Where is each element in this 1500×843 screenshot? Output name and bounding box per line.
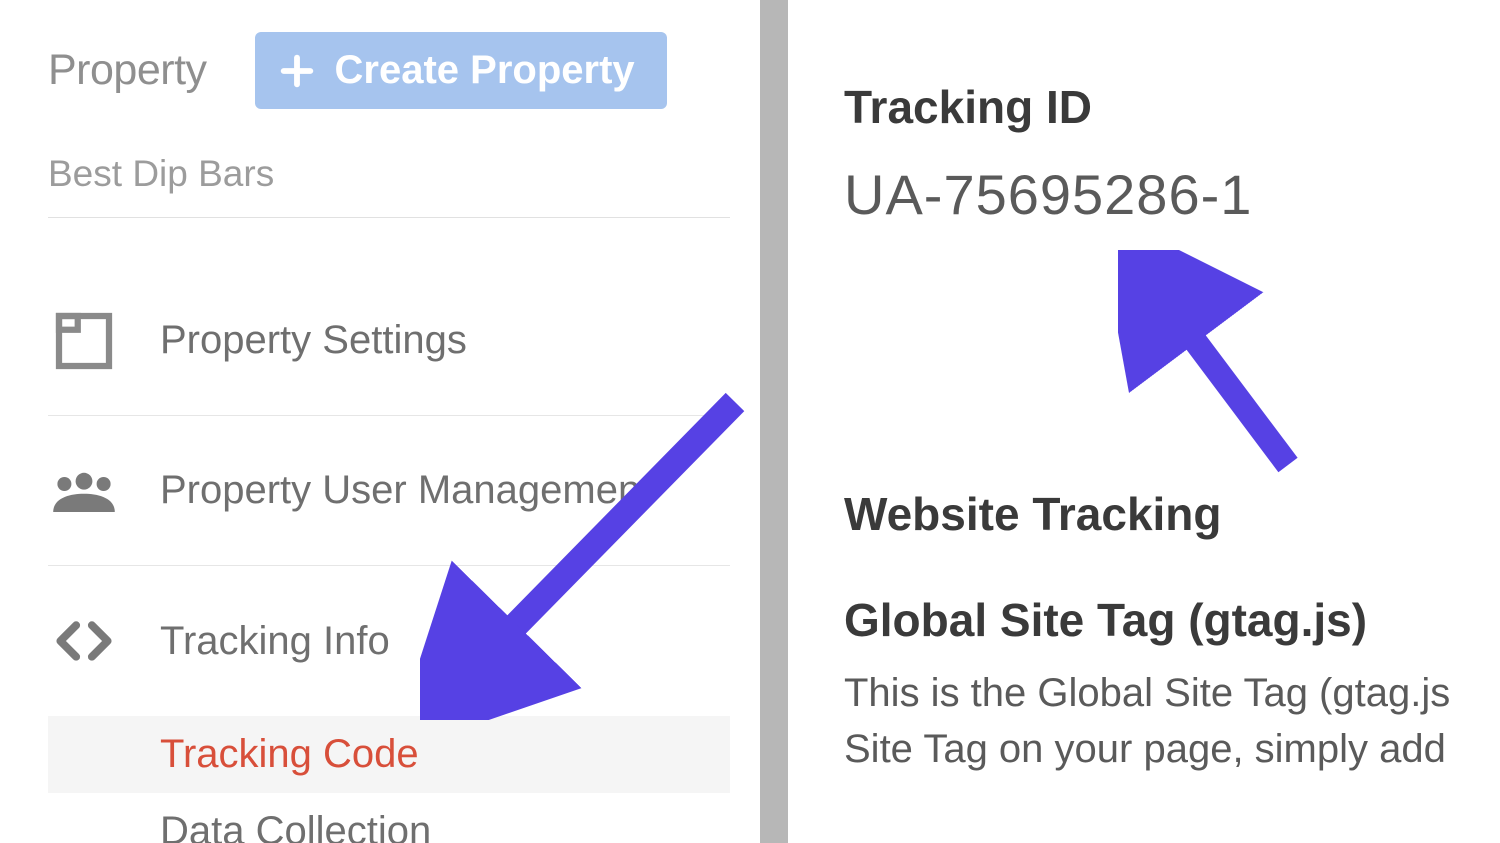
- global-site-tag-description: This is the Global Site Tag (gtag.js Sit…: [844, 665, 1500, 777]
- property-header-row: Property Create Property: [48, 32, 730, 109]
- menu-label: Property User Management: [160, 468, 651, 513]
- property-admin-panel: Property Create Property Best Dip Bars P…: [0, 0, 760, 843]
- tracking-id-value: UA-75695286-1: [844, 162, 1500, 227]
- create-property-button-label: Create Property: [335, 48, 635, 93]
- menu-item-property-user-management[interactable]: Property User Management: [48, 416, 730, 566]
- annotation-arrow-icon: [1118, 250, 1318, 480]
- website-tracking-heading: Website Tracking: [844, 487, 1500, 541]
- current-property-name: Best Dip Bars: [48, 153, 730, 218]
- code-icon: [48, 605, 120, 677]
- subitem-data-collection[interactable]: Data Collection: [48, 793, 730, 843]
- users-icon: [48, 455, 120, 527]
- tracking-info-sublist: Tracking Code Data Collection: [48, 716, 730, 843]
- plus-icon: [277, 51, 317, 91]
- menu-label: Property Settings: [160, 318, 467, 363]
- subitem-tracking-code[interactable]: Tracking Code: [48, 716, 730, 793]
- menu-item-tracking-info[interactable]: Tracking Info: [48, 566, 730, 716]
- tracking-details-panel: Tracking ID UA-75695286-1 Website Tracki…: [788, 0, 1500, 843]
- global-site-tag-heading: Global Site Tag (gtag.js): [844, 593, 1500, 647]
- property-section-label: Property: [48, 46, 207, 95]
- property-settings-icon: [48, 305, 120, 377]
- menu-label: Tracking Info: [160, 619, 390, 664]
- column-divider: [760, 0, 788, 843]
- create-property-button[interactable]: Create Property: [255, 32, 667, 109]
- property-menu: Property Settings Property User Manageme…: [48, 266, 730, 843]
- menu-item-property-settings[interactable]: Property Settings: [48, 266, 730, 416]
- tracking-id-heading: Tracking ID: [844, 80, 1500, 134]
